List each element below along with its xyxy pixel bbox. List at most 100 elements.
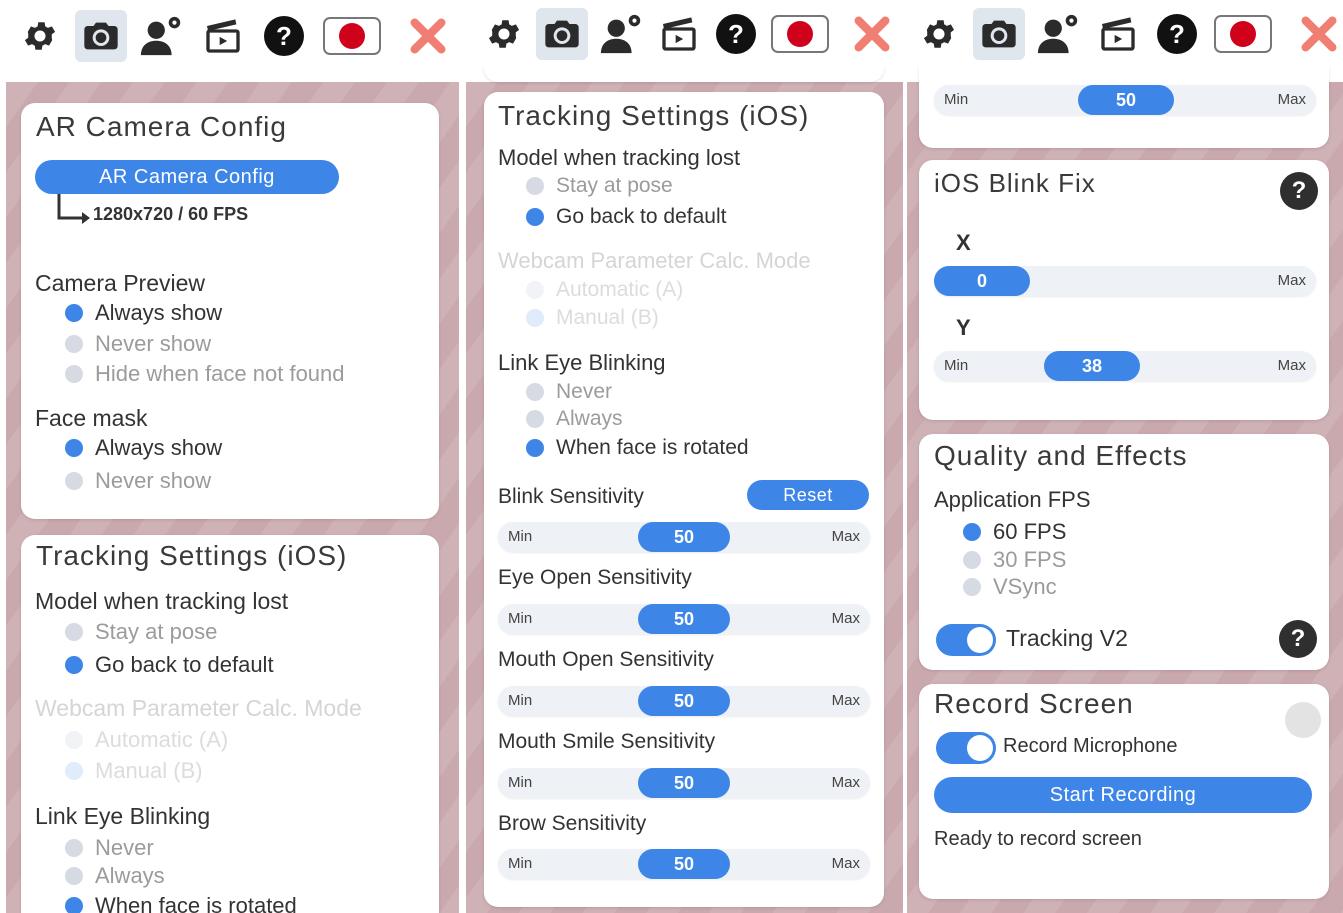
radio-dot: [526, 208, 544, 226]
slider-thumb[interactable]: 50: [638, 604, 730, 634]
link-blink-option-always[interactable]: Always: [65, 863, 165, 889]
start-recording-button[interactable]: Start Recording: [934, 777, 1312, 813]
link-blink-option-rotated[interactable]: When face is rotated: [65, 893, 297, 913]
slider-thumb[interactable]: 38: [1044, 351, 1140, 381]
arrow-icon: [57, 194, 90, 224]
option-label: Never show: [95, 331, 212, 356]
help-icon[interactable]: ?: [258, 10, 310, 62]
radio-dot: [65, 623, 83, 641]
slider-thumb[interactable]: 50: [638, 522, 730, 552]
fps-option-30[interactable]: 30 FPS: [963, 547, 1066, 573]
radio-dot: [65, 762, 83, 780]
camera-icon[interactable]: [973, 8, 1025, 60]
clapperboard-icon[interactable]: [1092, 8, 1144, 60]
settings-gear-icon[interactable]: [478, 8, 530, 60]
face-mask-option-never[interactable]: Never show: [65, 468, 211, 494]
radio-dot: [963, 551, 981, 569]
record-icon[interactable]: [770, 8, 830, 60]
model-lost-option-default[interactable]: Go back to default: [526, 205, 726, 229]
radio-dot: [65, 335, 83, 353]
camera-icon[interactable]: [536, 8, 588, 60]
record-icon[interactable]: [1213, 8, 1273, 60]
tracking-v2-toggle[interactable]: [936, 624, 996, 656]
toolbar: ?: [466, 0, 903, 68]
option-label: Automatic (A): [556, 278, 684, 301]
link-blink-option-never[interactable]: Never: [526, 380, 612, 404]
help-icon[interactable]: ?: [1151, 8, 1203, 60]
y-label: Y: [956, 315, 971, 340]
toolbar: ?: [907, 0, 1343, 68]
link-blink-option-rotated[interactable]: When face is rotated: [526, 436, 749, 460]
settings-gear-icon[interactable]: [14, 10, 66, 62]
clapperboard-icon[interactable]: [197, 10, 249, 62]
model-lost-option-stay[interactable]: Stay at pose: [65, 619, 217, 645]
model-lost-option-default[interactable]: Go back to default: [65, 652, 274, 678]
camera-preview-option-hide[interactable]: Hide when face not found: [65, 361, 345, 387]
blink-fix-y-slider[interactable]: Min Max 38: [934, 351, 1316, 381]
settings-gear-icon[interactable]: [913, 8, 965, 60]
brow-sensitivity-slider[interactable]: Min Max 50: [934, 85, 1316, 115]
panel-view-3: Min Max 50 ? iOS Blink Fix ? X Max 0 Y Min M…: [907, 0, 1343, 913]
webcam-mode-option-auto: Automatic (A): [526, 278, 683, 302]
help-icon[interactable]: ?: [1280, 172, 1318, 210]
camera-preview-option-never[interactable]: Never show: [65, 331, 211, 357]
help-icon[interactable]: ?: [1279, 620, 1317, 658]
slider-min-label: Min: [944, 357, 969, 374]
slider-thumb[interactable]: 0: [934, 266, 1030, 296]
mouth-smile-sensitivity-slider[interactable]: Min Max 50: [498, 768, 870, 798]
slider-max-label: Max: [1277, 272, 1306, 289]
close-icon[interactable]: [1293, 8, 1343, 60]
camera-icon[interactable]: [75, 10, 127, 62]
close-icon[interactable]: [846, 8, 898, 60]
slider-max-label: Max: [831, 774, 860, 791]
brow-sensitivity-label: Brow Sensitivity: [498, 812, 647, 835]
model-lost-label: Model when tracking lost: [498, 145, 741, 170]
help-icon[interactable]: ?: [710, 8, 762, 60]
record-icon[interactable]: [322, 10, 382, 62]
user-settings-icon[interactable]: [596, 8, 648, 60]
slider-thumb[interactable]: 50: [638, 768, 730, 798]
ar-camera-config-card: AR Camera Config AR Camera Config 1280x7…: [21, 103, 439, 519]
resolution-text: 1280x720 / 60 FPS: [93, 204, 249, 224]
brow-sensitivity-slider[interactable]: Min Max 50: [498, 849, 870, 879]
slider-max-label: Max: [831, 855, 860, 872]
toggle-knob: [967, 627, 993, 653]
option-label: Never: [556, 380, 613, 403]
blink-fix-x-slider[interactable]: Max 0: [934, 266, 1316, 296]
radio-dot: [65, 839, 83, 857]
option-label: 30 FPS: [993, 547, 1067, 572]
clapperboard-icon[interactable]: [653, 8, 705, 60]
face-mask-option-always[interactable]: Always show: [65, 435, 222, 461]
ar-camera-config-button[interactable]: AR Camera Config: [35, 160, 339, 194]
webcam-mode-label: Webcam Parameter Calc. Mode: [35, 695, 362, 721]
user-settings-icon[interactable]: [1033, 8, 1085, 60]
record-screen-card: Record Screen Record Microphone Start Re…: [919, 684, 1329, 899]
slider-min-label: Min: [508, 855, 533, 872]
link-blink-option-always[interactable]: Always: [526, 407, 623, 431]
slider-min-label: Min: [944, 91, 969, 108]
record-microphone-toggle[interactable]: [936, 732, 996, 764]
blink-sensitivity-slider[interactable]: Min Max 50: [498, 522, 870, 552]
slider-max-label: Max: [831, 610, 860, 627]
blink-sensitivity-label: Blink Sensitivity: [498, 485, 644, 508]
mouth-open-sensitivity-slider[interactable]: Min Max 50: [498, 686, 870, 716]
reset-button[interactable]: Reset: [747, 480, 869, 510]
slider-thumb[interactable]: 50: [1078, 85, 1174, 115]
close-icon[interactable]: [402, 10, 454, 62]
fps-option-vsync[interactable]: VSync: [963, 574, 1057, 600]
quality-effects-card: Quality and Effects Application FPS 60 F…: [919, 434, 1329, 670]
slider-thumb[interactable]: 50: [638, 849, 730, 879]
eye-open-sensitivity-label: Eye Open Sensitivity: [498, 566, 692, 589]
user-settings-icon[interactable]: [136, 10, 188, 62]
fps-option-60[interactable]: 60 FPS: [963, 519, 1066, 545]
radio-dot: [65, 365, 83, 383]
eye-open-sensitivity-slider[interactable]: Min Max 50: [498, 604, 870, 634]
option-label: When face is rotated: [95, 893, 297, 913]
option-label: Hide when face not found: [95, 361, 345, 386]
slider-thumb[interactable]: 50: [638, 686, 730, 716]
option-label: Manual (B): [95, 758, 203, 783]
option-label: Stay at pose: [95, 619, 218, 644]
link-blink-option-never[interactable]: Never: [65, 835, 154, 861]
camera-preview-option-always[interactable]: Always show: [65, 300, 222, 326]
model-lost-option-stay[interactable]: Stay at pose: [526, 174, 673, 198]
